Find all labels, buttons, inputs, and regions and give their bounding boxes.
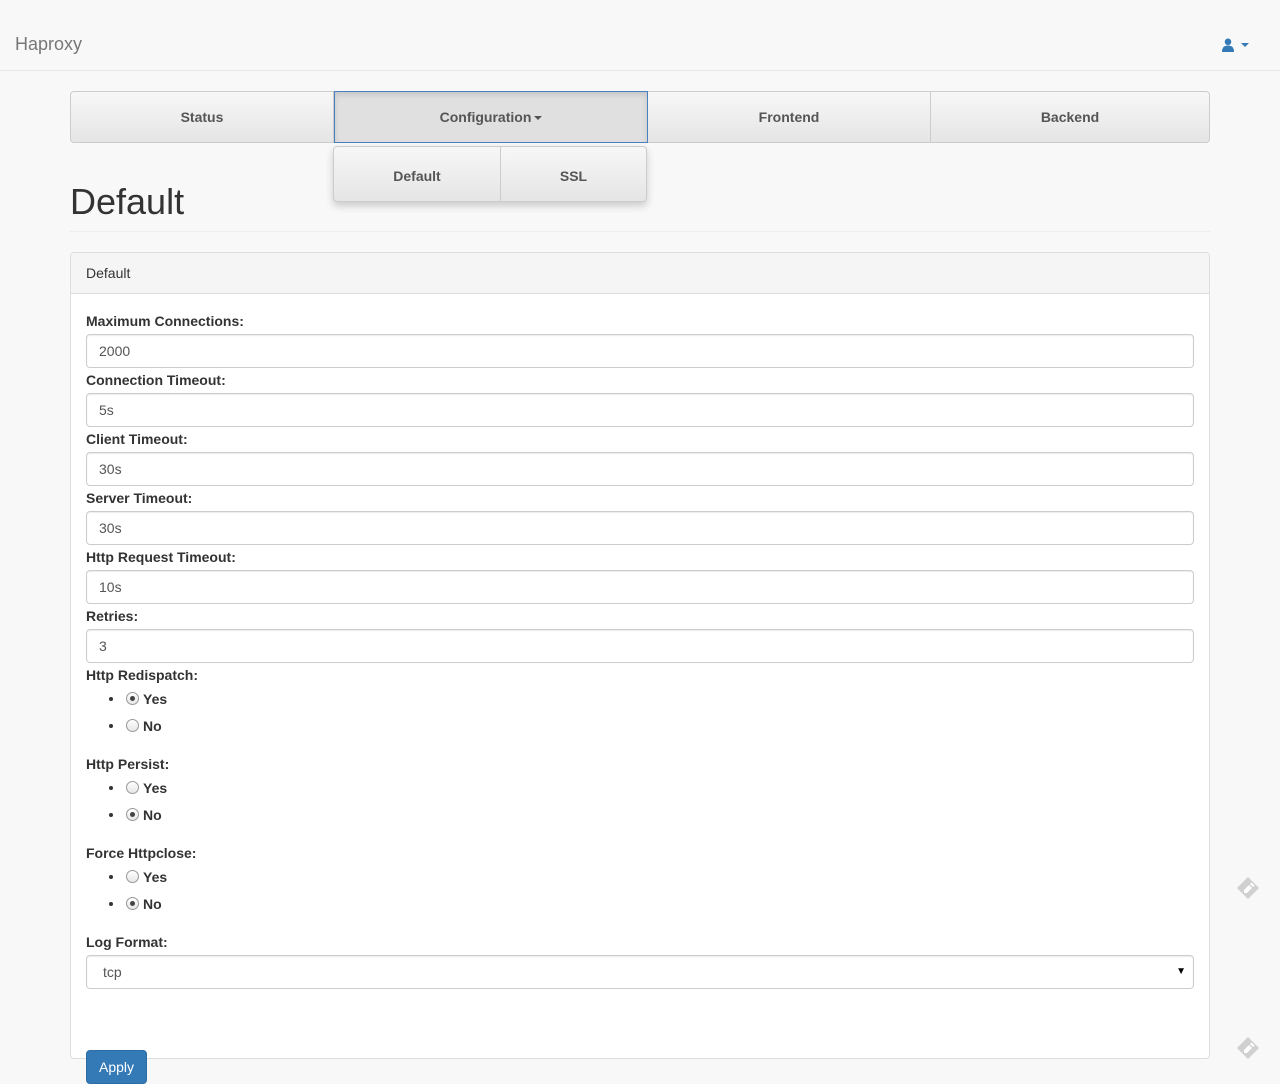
force-httpclose-label: Force Httpclose: [86,845,197,861]
main-nav-tabs: Status Configuration Frontend Backend [70,91,1210,143]
radio-label: No [143,807,162,823]
http-persist-no-radio[interactable] [126,808,139,821]
list-bullet [109,813,113,817]
http-redispatch-yes-radio[interactable] [126,692,139,705]
connection-timeout-label: Connection Timeout: [86,372,226,388]
submenu-item-default[interactable]: Default [334,147,501,201]
brand-logo[interactable]: Haproxy [15,34,82,54]
submenu-item-ssl[interactable]: SSL [501,147,646,201]
http-request-timeout-label: Http Request Timeout: [86,549,236,565]
user-icon [1222,38,1234,52]
radio-label: Yes [143,780,168,796]
http-persist-yes-radio[interactable] [126,781,139,794]
log-format-select[interactable]: tcp ▼ [86,955,1194,989]
default-settings-panel: Default Maximum Connections: 2000 Connec… [70,252,1210,1084]
dropdown-arrow-icon: ▼ [1176,966,1186,977]
user-menu-button[interactable] [1222,38,1252,54]
tab-frontend[interactable]: Frontend [648,92,931,142]
log-format-label: Log Format: [86,934,168,950]
radio-label: No [143,896,162,912]
tab-status-label: Status [180,109,224,125]
retries-input[interactable]: 3 [86,629,1194,663]
list-bullet [109,697,113,701]
http-redispatch-label: Http Redispatch: [86,667,198,683]
panel-heading: Default [71,253,1209,294]
force-httpclose-yes-radio[interactable] [126,870,139,883]
max-connections-input[interactable]: 2000 [86,334,1194,368]
tab-frontend-label: Frontend [758,109,820,125]
radio-label: No [143,718,162,734]
http-redispatch-no-radio[interactable] [126,719,139,732]
tab-status[interactable]: Status [71,92,334,142]
tab-configuration[interactable]: Configuration [334,91,648,143]
caret-down-icon [1241,43,1249,47]
list-bullet [109,786,113,790]
list-bullet [109,902,113,906]
radio-label: Yes [143,691,168,707]
list-bullet [109,724,113,728]
force-httpclose-no-radio[interactable] [126,897,139,910]
navbar: Haproxy [0,0,1280,71]
server-timeout-label: Server Timeout: [86,490,193,506]
list-bullet [109,875,113,879]
http-persist-label: Http Persist: [86,756,170,772]
log-format-selected-value: tcp [103,964,122,980]
tab-backend[interactable]: Backend [931,92,1209,142]
feedback-icon[interactable] [1235,875,1261,901]
feedback-icon[interactable] [1235,1035,1261,1061]
max-connections-label: Maximum Connections: [86,313,244,329]
server-timeout-input[interactable]: 30s [86,511,1194,545]
divider [70,231,1210,232]
page-title: Default [70,181,185,222]
tab-configuration-label: Configuration [439,109,532,125]
client-timeout-label: Client Timeout: [86,431,188,447]
configuration-dropdown: Default SSL [333,146,647,202]
retries-label: Retries: [86,608,139,624]
http-request-timeout-input[interactable]: 10s [86,570,1194,604]
connection-timeout-input[interactable]: 5s [86,393,1194,427]
client-timeout-input[interactable]: 30s [86,452,1194,486]
tab-backend-label: Backend [1040,109,1100,125]
radio-label: Yes [143,869,168,885]
caret-down-icon [534,116,543,121]
